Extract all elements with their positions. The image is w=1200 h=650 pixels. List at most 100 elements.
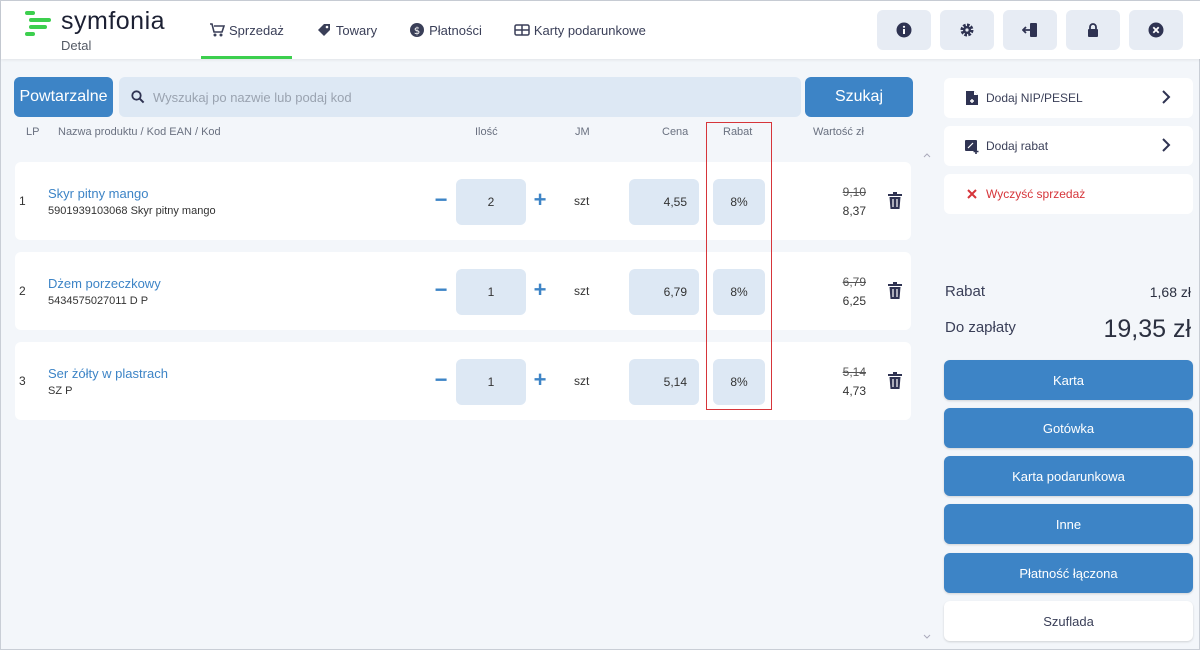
- svg-text:$: $: [414, 26, 420, 37]
- settings-button[interactable]: [940, 10, 994, 50]
- column-header-price: Cena: [662, 126, 689, 138]
- close-circle-icon: [1148, 22, 1164, 38]
- nav-label: Sprzedaż: [229, 22, 284, 38]
- recurring-button[interactable]: Powtarzalne: [14, 77, 113, 117]
- gear-icon: [960, 23, 974, 37]
- column-header-value: Wartość zł: [813, 126, 864, 138]
- increase-qty-button[interactable]: +: [532, 279, 548, 301]
- gift-card-icon: [514, 22, 530, 38]
- quantity-field[interactable]: 1: [456, 269, 526, 315]
- search-bar: [119, 77, 801, 117]
- discount-add-icon: [964, 138, 980, 154]
- discount-total-value: 1,68 zł: [1149, 284, 1191, 300]
- drawer-button[interactable]: Szuflada: [944, 601, 1193, 641]
- table-row: 3 Ser żółty w plastrach SZ P − 1 + szt 5…: [15, 342, 911, 420]
- main-nav: Sprzedaż Towary $ Płatności Karty podaru…: [201, 1, 670, 59]
- discount-total-label: Rabat: [945, 283, 986, 300]
- quantity-field[interactable]: 2: [456, 179, 526, 225]
- row-lp: 2: [19, 284, 26, 298]
- pay-gift-card-button[interactable]: Karta podarunkowa: [944, 456, 1193, 496]
- add-nip-label: Dodaj NIP/PESEL: [986, 91, 1083, 105]
- trash-icon[interactable]: [887, 282, 903, 300]
- clear-sale-button[interactable]: Wyczyść sprzedaż: [944, 174, 1193, 214]
- chevron-right-icon: [1162, 90, 1171, 104]
- to-pay-label: Do zapłaty: [945, 319, 1016, 336]
- product-code: 5901939103068 Skyr pitny mango: [48, 205, 216, 217]
- product-code: 5434575027011 D P: [48, 295, 149, 307]
- discounted-value: 4,73: [842, 384, 866, 398]
- row-lp: 3: [19, 374, 26, 388]
- product-name-link[interactable]: Skyr pitny mango: [48, 186, 148, 201]
- nav-tab-karty-podarunkowe[interactable]: Karty podarunkowe: [506, 1, 654, 59]
- add-discount-button[interactable]: Dodaj rabat: [944, 126, 1193, 166]
- price-field[interactable]: 6,79: [629, 269, 699, 315]
- clear-sale-label: Wyczyść sprzedaż: [986, 187, 1086, 201]
- scroll-up-icon[interactable]: [923, 151, 931, 159]
- nav-tab-towary[interactable]: Towary: [308, 1, 385, 59]
- to-pay-value: 19,35 zł: [1103, 315, 1191, 343]
- price-field[interactable]: 4,55: [629, 179, 699, 225]
- lock-button[interactable]: [1066, 10, 1120, 50]
- app-logo: symfonia Detal: [25, 7, 185, 55]
- top-bar: symfonia Detal Sprzedaż Towary $ Płatnoś…: [1, 1, 1200, 59]
- logo-mark-icon: [25, 9, 51, 36]
- search-icon: [131, 90, 145, 104]
- chevron-right-icon: [1162, 138, 1171, 152]
- pay-other-button[interactable]: Inne: [944, 504, 1193, 544]
- decrease-qty-button[interactable]: −: [434, 369, 448, 391]
- unit-label: szt: [574, 284, 590, 298]
- nav-tab-sprzedaz[interactable]: Sprzedaż: [201, 1, 292, 59]
- close-icon: [964, 186, 980, 202]
- lock-icon: [1088, 23, 1098, 37]
- unit-label: szt: [574, 374, 590, 388]
- unit-label: szt: [574, 194, 590, 208]
- original-value: 6,79: [842, 275, 866, 289]
- column-header-name: Nazwa produktu / Kod EAN / Kod: [58, 126, 221, 138]
- logout-button[interactable]: [1003, 10, 1057, 50]
- column-header-jm: JM: [575, 126, 590, 138]
- increase-qty-button[interactable]: +: [532, 369, 548, 391]
- nav-label: Karty podarunkowe: [533, 22, 646, 38]
- logout-icon: [1022, 23, 1037, 37]
- original-value: 5,14: [842, 365, 866, 379]
- pay-card-button[interactable]: Karta: [944, 360, 1193, 400]
- decrease-qty-button[interactable]: −: [434, 279, 448, 301]
- column-header-lp: LP: [26, 126, 40, 138]
- cart-icon: [209, 22, 225, 38]
- row-lp: 1: [19, 194, 26, 208]
- add-nip-button[interactable]: Dodaj NIP/PESEL: [944, 78, 1193, 118]
- tag-icon: [316, 22, 332, 38]
- logo-subtitle: Detal: [61, 38, 92, 53]
- info-button[interactable]: [877, 10, 931, 50]
- add-discount-label: Dodaj rabat: [986, 139, 1049, 153]
- column-header-qty: Ilość: [475, 126, 498, 138]
- pay-cash-button[interactable]: Gotówka: [944, 408, 1193, 448]
- price-field[interactable]: 5,14: [629, 359, 699, 405]
- nav-label: Towary: [335, 22, 378, 38]
- product-name-link[interactable]: Ser żółty w plastrach: [48, 366, 168, 381]
- search-input[interactable]: [153, 89, 753, 105]
- discounted-value: 8,37: [842, 204, 866, 218]
- nav-label: Płatności: [429, 22, 482, 38]
- search-button[interactable]: Szukaj: [805, 77, 913, 117]
- increase-qty-button[interactable]: +: [532, 189, 548, 211]
- discounted-value: 6,25: [842, 294, 866, 308]
- product-code: SZ P: [48, 385, 73, 397]
- original-value: 9,10: [842, 185, 866, 199]
- pay-combined-button[interactable]: Płatność łączona: [944, 553, 1193, 593]
- table-row: 1 Skyr pitny mango 5901939103068 Skyr pi…: [15, 162, 911, 240]
- close-button[interactable]: [1129, 10, 1183, 50]
- document-add-icon: [964, 90, 980, 106]
- scroll-down-icon[interactable]: [923, 633, 931, 641]
- nav-tab-platnosci[interactable]: $ Płatności: [401, 1, 490, 59]
- dollar-circle-icon: $: [409, 22, 425, 38]
- rabat-column-highlight: [706, 122, 772, 410]
- product-name-link[interactable]: Dżem porzeczkowy: [48, 276, 161, 291]
- trash-icon[interactable]: [887, 192, 903, 210]
- trash-icon[interactable]: [887, 372, 903, 390]
- decrease-qty-button[interactable]: −: [434, 189, 448, 211]
- header-actions: [868, 10, 1183, 50]
- quantity-field[interactable]: 1: [456, 359, 526, 405]
- logo-text: symfonia: [61, 7, 166, 35]
- table-row: 2 Dżem porzeczkowy 5434575027011 D P − 1…: [15, 252, 911, 330]
